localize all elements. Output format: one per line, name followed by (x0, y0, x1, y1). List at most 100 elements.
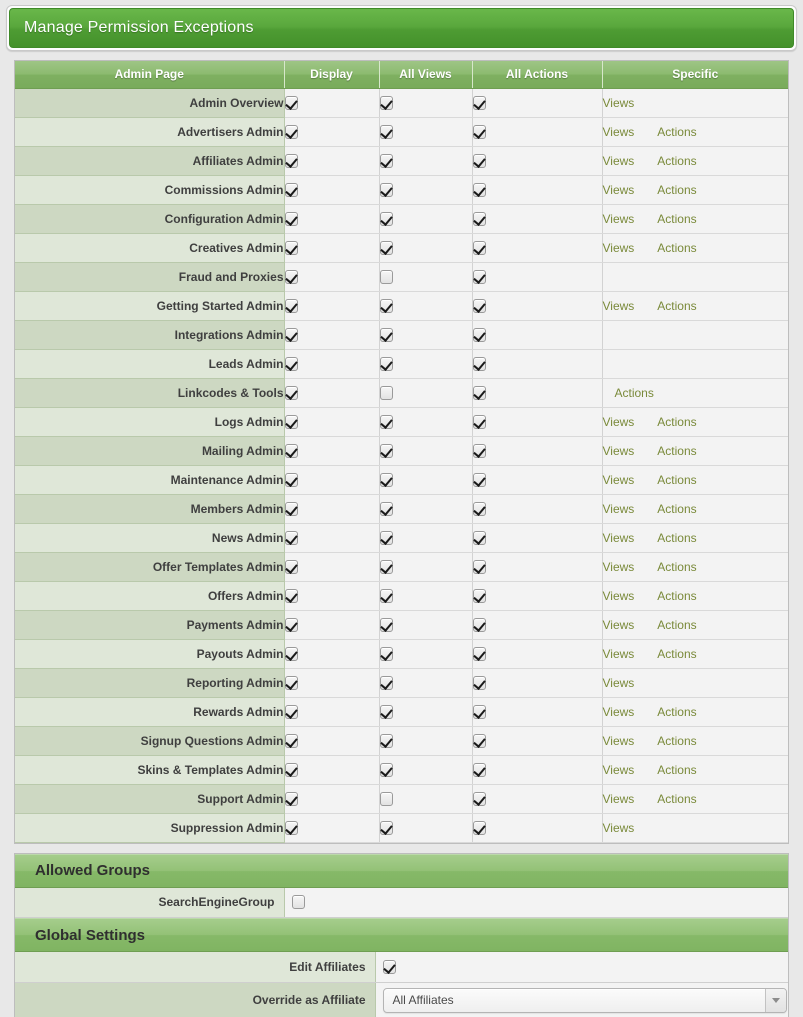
specific-actions-link[interactable]: Actions (657, 763, 696, 777)
specific-actions-link[interactable]: Actions (657, 299, 696, 313)
all-views-checkbox[interactable] (379, 472, 393, 487)
specific-actions-link[interactable]: Actions (657, 734, 696, 748)
specific-views-link[interactable]: Views (603, 589, 635, 603)
specific-views-link[interactable]: Views (603, 299, 635, 313)
specific-actions-link[interactable]: Actions (657, 241, 696, 255)
specific-views-link[interactable]: Views (603, 96, 635, 110)
specific-actions-link[interactable]: Actions (615, 386, 654, 400)
specific-actions-link[interactable]: Actions (657, 502, 696, 516)
all-actions-checkbox[interactable] (472, 733, 486, 748)
specific-actions-link[interactable]: Actions (657, 415, 696, 429)
display-checkbox[interactable] (284, 530, 298, 545)
all-views-checkbox[interactable] (379, 298, 393, 313)
specific-actions-link[interactable]: Actions (657, 183, 696, 197)
specific-actions-link[interactable]: Actions (657, 560, 696, 574)
all-actions-checkbox[interactable] (472, 820, 486, 835)
all-actions-checkbox[interactable] (472, 646, 486, 661)
specific-views-link[interactable]: Views (603, 183, 635, 197)
specific-actions-link[interactable]: Actions (657, 444, 696, 458)
display-checkbox[interactable] (284, 472, 298, 487)
specific-actions-link[interactable]: Actions (657, 154, 696, 168)
allowed-group-checkbox[interactable] (291, 895, 305, 910)
all-views-checkbox[interactable] (379, 675, 393, 690)
chevron-down-icon[interactable] (764, 988, 786, 1012)
all-actions-checkbox[interactable] (472, 153, 486, 168)
specific-views-link[interactable]: Views (603, 212, 635, 226)
display-checkbox[interactable] (284, 182, 298, 197)
display-checkbox[interactable] (284, 617, 298, 632)
display-checkbox[interactable] (284, 124, 298, 139)
override-as-affiliate-select[interactable]: All Affiliates (382, 987, 787, 1013)
display-checkbox[interactable] (284, 356, 298, 371)
all-actions-checkbox[interactable] (472, 472, 486, 487)
specific-views-link[interactable]: Views (603, 821, 635, 835)
all-actions-checkbox[interactable] (472, 530, 486, 545)
display-checkbox[interactable] (284, 211, 298, 226)
specific-actions-link[interactable]: Actions (657, 705, 696, 719)
all-views-checkbox[interactable] (379, 182, 393, 197)
specific-actions-link[interactable]: Actions (657, 125, 696, 139)
specific-views-link[interactable]: Views (603, 792, 635, 806)
all-views-checkbox[interactable] (379, 124, 393, 139)
display-checkbox[interactable] (284, 646, 298, 661)
all-views-checkbox[interactable] (379, 356, 393, 371)
all-views-checkbox[interactable] (379, 95, 393, 110)
specific-views-link[interactable]: Views (603, 676, 635, 690)
all-views-checkbox[interactable] (379, 385, 393, 400)
all-actions-checkbox[interactable] (472, 269, 486, 284)
all-views-checkbox[interactable] (379, 327, 393, 342)
all-actions-checkbox[interactable] (472, 327, 486, 342)
specific-views-link[interactable]: Views (603, 734, 635, 748)
specific-views-link[interactable]: Views (603, 618, 635, 632)
display-checkbox[interactable] (284, 385, 298, 400)
display-checkbox[interactable] (284, 240, 298, 255)
display-checkbox[interactable] (284, 153, 298, 168)
all-views-checkbox[interactable] (379, 704, 393, 719)
all-actions-checkbox[interactable] (472, 240, 486, 255)
specific-views-link[interactable]: Views (603, 473, 635, 487)
display-checkbox[interactable] (284, 414, 298, 429)
all-views-checkbox[interactable] (379, 733, 393, 748)
display-checkbox[interactable] (284, 820, 298, 835)
specific-views-link[interactable]: Views (603, 125, 635, 139)
display-checkbox[interactable] (284, 559, 298, 574)
specific-views-link[interactable]: Views (603, 531, 635, 545)
all-actions-checkbox[interactable] (472, 617, 486, 632)
display-checkbox[interactable] (284, 675, 298, 690)
display-checkbox[interactable] (284, 704, 298, 719)
all-actions-checkbox[interactable] (472, 791, 486, 806)
specific-actions-link[interactable]: Actions (657, 618, 696, 632)
all-views-checkbox[interactable] (379, 443, 393, 458)
all-actions-checkbox[interactable] (472, 704, 486, 719)
all-actions-checkbox[interactable] (472, 95, 486, 110)
display-checkbox[interactable] (284, 588, 298, 603)
specific-actions-link[interactable]: Actions (657, 473, 696, 487)
specific-views-link[interactable]: Views (603, 444, 635, 458)
all-views-checkbox[interactable] (379, 588, 393, 603)
all-actions-checkbox[interactable] (472, 385, 486, 400)
all-views-checkbox[interactable] (379, 211, 393, 226)
display-checkbox[interactable] (284, 269, 298, 284)
display-checkbox[interactable] (284, 298, 298, 313)
display-checkbox[interactable] (284, 443, 298, 458)
all-views-checkbox[interactable] (379, 153, 393, 168)
all-actions-checkbox[interactable] (472, 675, 486, 690)
display-checkbox[interactable] (284, 501, 298, 516)
specific-views-link[interactable]: Views (603, 502, 635, 516)
all-views-checkbox[interactable] (379, 762, 393, 777)
specific-views-link[interactable]: Views (603, 705, 635, 719)
display-checkbox[interactable] (284, 762, 298, 777)
all-actions-checkbox[interactable] (472, 588, 486, 603)
all-actions-checkbox[interactable] (472, 762, 486, 777)
specific-views-link[interactable]: Views (603, 415, 635, 429)
all-views-checkbox[interactable] (379, 501, 393, 516)
all-views-checkbox[interactable] (379, 269, 393, 284)
all-actions-checkbox[interactable] (472, 501, 486, 516)
specific-views-link[interactable]: Views (603, 241, 635, 255)
edit-affiliates-checkbox[interactable] (382, 959, 396, 974)
all-actions-checkbox[interactable] (472, 298, 486, 313)
specific-actions-link[interactable]: Actions (657, 647, 696, 661)
display-checkbox[interactable] (284, 733, 298, 748)
all-views-checkbox[interactable] (379, 240, 393, 255)
all-actions-checkbox[interactable] (472, 211, 486, 226)
